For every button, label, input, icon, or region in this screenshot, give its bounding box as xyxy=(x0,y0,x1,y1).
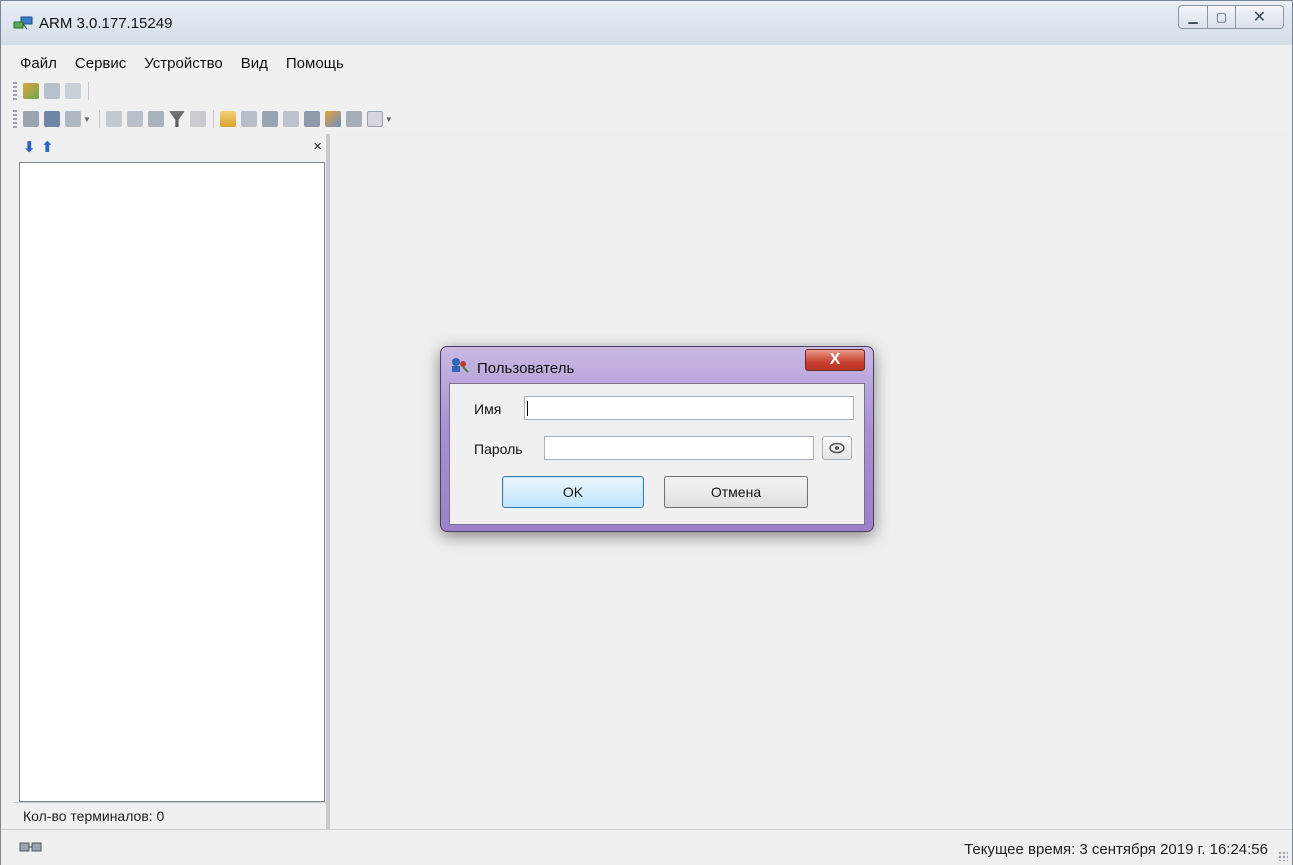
terminal-count: Кол-во терминалов: 0 xyxy=(23,808,165,824)
ok-button[interactable]: OK xyxy=(502,476,644,508)
list-icon[interactable] xyxy=(126,111,143,127)
panel-header: ⬇ ⬆ × xyxy=(13,134,330,160)
toolbar-users xyxy=(13,79,95,103)
status-bar: Текущее время: 3 сентября 2019 г. 16:24:… xyxy=(1,829,1292,865)
panel-footer: Кол-во терминалов: 0 xyxy=(13,802,330,829)
chevron-down-icon[interactable]: ▼ xyxy=(385,115,393,124)
report-icon[interactable] xyxy=(282,111,299,127)
toolbar-main: ▼ ▼ xyxy=(13,107,399,131)
menu-service[interactable]: Сервис xyxy=(66,51,135,75)
app-network-icon xyxy=(13,16,33,30)
chevron-down-icon[interactable]: ▼ xyxy=(83,115,91,124)
window-title: ARM 3.0.177.15249 xyxy=(39,15,173,32)
toolbar-grip[interactable] xyxy=(13,82,17,100)
print-icon[interactable] xyxy=(261,111,278,127)
columns-icon[interactable] xyxy=(44,111,60,127)
layout-icon[interactable] xyxy=(65,111,81,127)
window-controls: ▁ ▢ ✕ xyxy=(1178,5,1284,29)
group-icon[interactable] xyxy=(44,83,60,99)
current-time: Текущее время: 3 сентября 2019 г. 16:24:… xyxy=(964,841,1268,858)
password-input[interactable] xyxy=(544,436,814,460)
name-label: Имя xyxy=(474,401,502,417)
arrow-down-icon[interactable]: ⬇ xyxy=(23,138,36,156)
cancel-button[interactable]: Отмена xyxy=(664,476,808,508)
filter-icon[interactable] xyxy=(168,111,185,127)
toolbar-separator xyxy=(88,82,89,100)
app-window: ARM 3.0.177.15249 ▁ ▢ ✕ Файл Сервис Устр… xyxy=(0,0,1293,865)
show-password-button[interactable] xyxy=(822,436,852,460)
password-label: Пароль xyxy=(474,441,523,457)
panel-close-button[interactable]: × xyxy=(313,138,322,155)
user-login-dialog: Пользователь X Имя Пароль OK Отмена xyxy=(440,346,874,532)
text-caret xyxy=(527,401,528,416)
dialog-body: Имя Пароль OK Отмена xyxy=(449,383,865,525)
eye-icon xyxy=(829,442,845,454)
mail-icon[interactable] xyxy=(219,111,236,127)
toolbar-grip[interactable] xyxy=(13,110,17,128)
arrow-up-icon[interactable]: ⬆ xyxy=(41,138,54,156)
users-icon[interactable] xyxy=(23,83,39,99)
edit-icon[interactable] xyxy=(240,111,257,127)
archive-icon[interactable] xyxy=(345,111,362,127)
menu-view[interactable]: Вид xyxy=(232,51,277,75)
name-input[interactable] xyxy=(524,396,854,420)
minimize-icon: ▁ xyxy=(1188,10,1198,24)
connection-icon xyxy=(19,842,42,852)
minimize-button[interactable]: ▁ xyxy=(1178,5,1208,29)
resize-grip[interactable] xyxy=(1278,851,1288,861)
clear-filter-icon[interactable] xyxy=(189,111,206,127)
terminals-panel: ⬇ ⬆ × Кол-во терминалов: 0 xyxy=(13,134,330,829)
sync-icon[interactable] xyxy=(303,111,320,127)
user-key-icon xyxy=(452,358,469,373)
dialog-close-button[interactable]: X xyxy=(805,349,865,371)
menu-file[interactable]: Файл xyxy=(11,51,66,75)
document-icon[interactable] xyxy=(105,111,122,127)
dialog-title: Пользователь xyxy=(477,360,575,377)
grid-icon[interactable] xyxy=(65,83,81,99)
close-icon: ✕ xyxy=(1252,9,1267,26)
settings-icon[interactable] xyxy=(324,111,341,127)
tree-icon[interactable] xyxy=(147,111,164,127)
toolbar-separator xyxy=(212,110,214,128)
title-bar: ARM 3.0.177.15249 ▁ ▢ ✕ xyxy=(1,1,1292,45)
maximize-icon: ▢ xyxy=(1215,10,1228,24)
maximize-button[interactable]: ▢ xyxy=(1208,5,1236,29)
menu-device[interactable]: Устройство xyxy=(135,51,231,75)
close-button[interactable]: ✕ xyxy=(1236,5,1284,29)
table-icon[interactable] xyxy=(23,111,39,127)
menu-help[interactable]: Помощь xyxy=(277,51,353,75)
terminal-list[interactable] xyxy=(19,162,325,802)
dollar-icon[interactable] xyxy=(366,111,383,127)
menu-bar: Файл Сервис Устройство Вид Помощь xyxy=(11,51,353,75)
toolbar-separator xyxy=(98,110,100,128)
